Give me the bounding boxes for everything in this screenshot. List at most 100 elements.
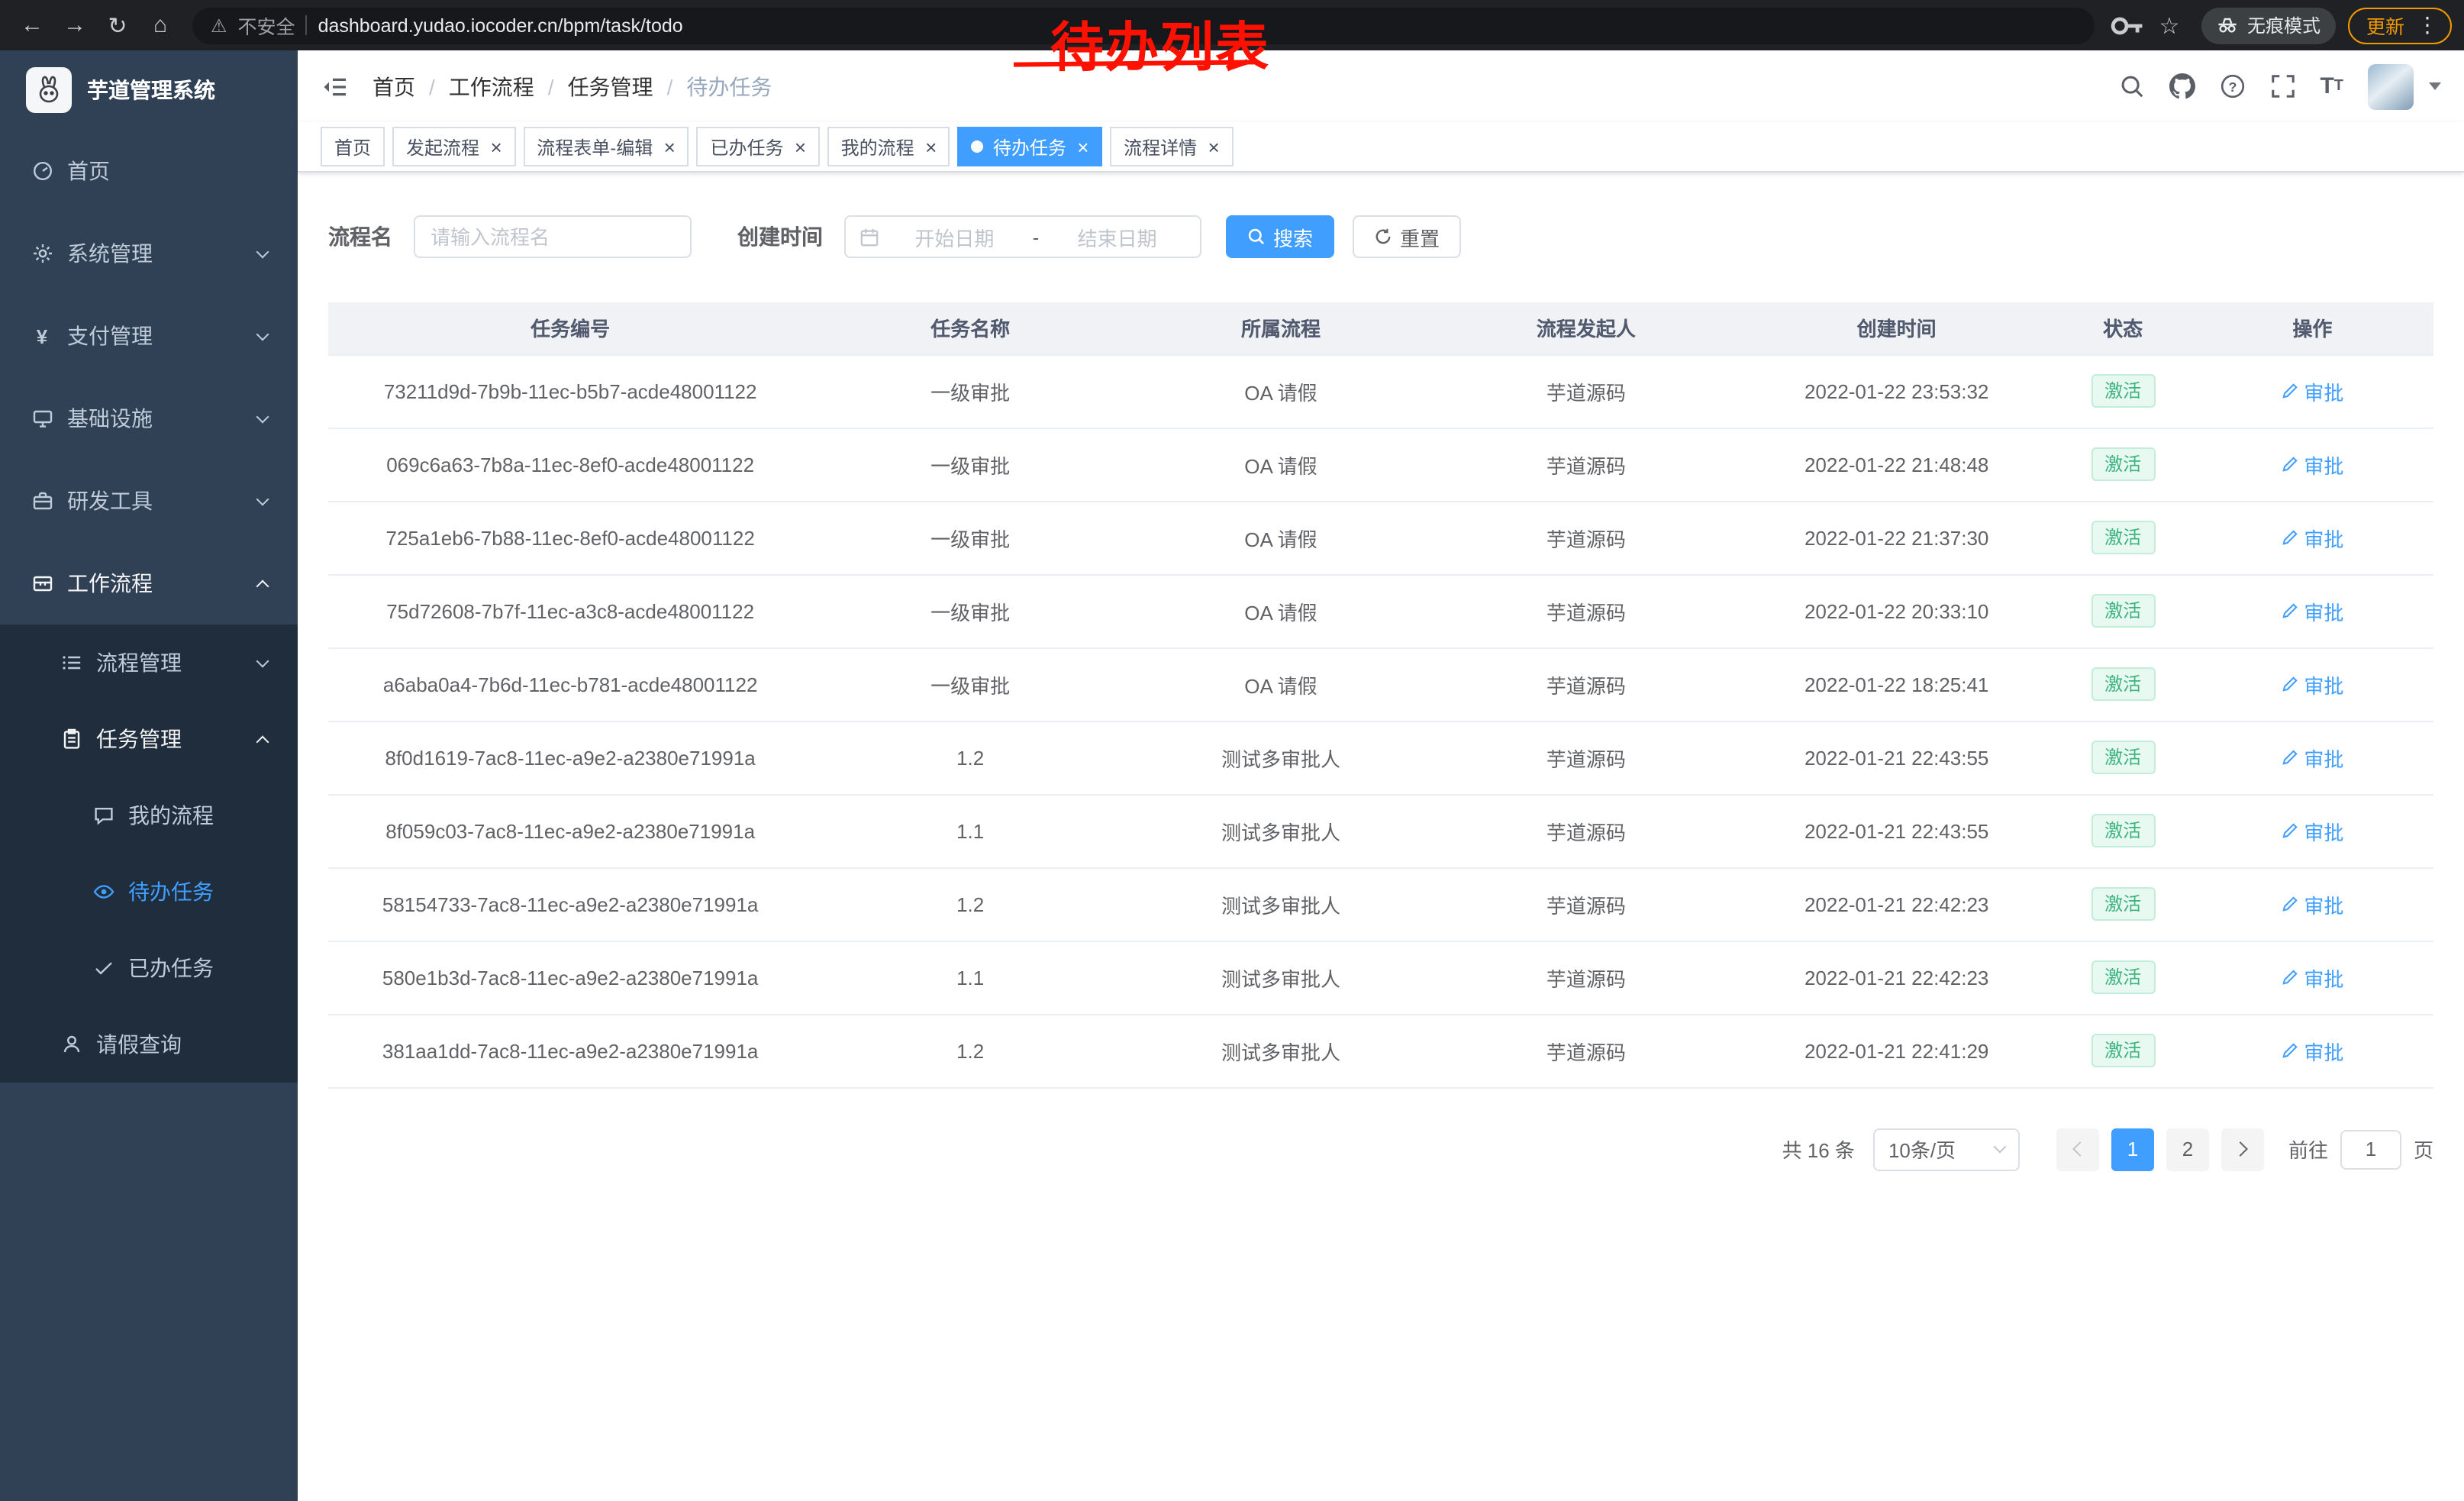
cell-action: 审批 bbox=[2191, 1014, 2433, 1087]
page-button-1[interactable]: 1 bbox=[2111, 1128, 2154, 1170]
github-icon[interactable] bbox=[2169, 73, 2195, 99]
home-icon[interactable]: ⌂ bbox=[140, 5, 180, 45]
key-icon[interactable] bbox=[2107, 5, 2146, 45]
tab-1[interactable]: 发起流程× bbox=[392, 127, 515, 166]
forward-icon[interactable]: → bbox=[55, 5, 95, 45]
app-title: 芋道管理系统 bbox=[87, 75, 215, 105]
edit-pen-icon bbox=[2281, 822, 2299, 840]
page-size-value: 10条/页 bbox=[1888, 1135, 1956, 1164]
reset-button[interactable]: 重置 bbox=[1353, 215, 1461, 258]
tab-close-icon[interactable]: × bbox=[1077, 137, 1088, 157]
cell-initiator: 芋道源码 bbox=[1434, 1014, 1739, 1087]
sidebar-item-todo-task[interactable]: 待办任务 bbox=[0, 854, 298, 930]
cell-process: OA 请假 bbox=[1128, 501, 1434, 574]
prev-page-button[interactable] bbox=[2056, 1128, 2099, 1170]
check-icon bbox=[92, 957, 114, 980]
tab-close-icon[interactable]: × bbox=[490, 137, 502, 157]
approve-link[interactable]: 审批 bbox=[2281, 743, 2343, 772]
reset-button-label: 重置 bbox=[1400, 222, 1440, 251]
menu-kebab-icon[interactable]: ⋮ bbox=[2412, 12, 2443, 38]
next-page-button[interactable] bbox=[2221, 1128, 2264, 1170]
approve-link[interactable]: 审批 bbox=[2281, 816, 2343, 845]
font-size-icon[interactable]: TT bbox=[2320, 73, 2343, 99]
sidebar-item-payment[interactable]: ¥支付管理 bbox=[0, 295, 298, 377]
cell-action: 审批 bbox=[2191, 354, 2433, 428]
tab-4[interactable]: 我的流程× bbox=[827, 127, 950, 166]
sidebar-item-label: 请假查询 bbox=[96, 1029, 182, 1060]
refresh-icon[interactable]: ↻ bbox=[98, 5, 137, 45]
cell-create-time: 2022-01-21 22:43:55 bbox=[1739, 721, 2055, 794]
table-row: 381aa1dd-7ac8-11ec-a9e2-a2380e71991a1.2测… bbox=[328, 1014, 2433, 1087]
sidebar-item-infra[interactable]: 基础设施 bbox=[0, 377, 298, 460]
tab-close-icon[interactable]: × bbox=[925, 137, 937, 157]
cell-task-id: 8f059c03-7ac8-11ec-a9e2-a2380e71991a bbox=[328, 794, 812, 867]
approve-link[interactable]: 审批 bbox=[2281, 523, 2343, 552]
breadcrumb-item[interactable]: 任务管理 bbox=[568, 71, 653, 102]
chevron-up-icon bbox=[256, 735, 269, 748]
chevron-left-icon bbox=[2072, 1141, 2088, 1157]
sidebar-item-workflow[interactable]: 工作流程 bbox=[0, 542, 298, 625]
cell-task-id: a6aba0a4-7b6d-11ec-b781-acde48001122 bbox=[328, 647, 812, 721]
avatar[interactable] bbox=[2368, 63, 2414, 109]
eye-icon bbox=[92, 880, 114, 903]
tab-close-icon[interactable]: × bbox=[663, 137, 675, 157]
breadcrumb-item[interactable]: 工作流程 bbox=[449, 71, 534, 102]
cell-task-id: 58154733-7ac8-11ec-a9e2-a2380e71991a bbox=[328, 867, 812, 941]
breadcrumb-item[interactable]: 首页 bbox=[373, 71, 415, 102]
tab-5[interactable]: 待办任务× bbox=[958, 127, 1102, 166]
tab-close-icon[interactable]: × bbox=[1208, 137, 1219, 157]
update-button[interactable]: 更新 ⋮ bbox=[2348, 7, 2452, 44]
cell-process: OA 请假 bbox=[1128, 574, 1434, 647]
cell-initiator: 芋道源码 bbox=[1434, 647, 1739, 721]
table-row: 069c6a63-7b8a-11ec-8ef0-acde48001122一级审批… bbox=[328, 428, 2433, 501]
approve-link[interactable]: 审批 bbox=[2281, 1036, 2343, 1065]
sidebar-item-done-task[interactable]: 已办任务 bbox=[0, 930, 298, 1006]
sidebar-item-system[interactable]: 系统管理 bbox=[0, 212, 298, 295]
avatar-caret-icon[interactable] bbox=[2429, 82, 2441, 90]
incognito-badge: 无痕模式 bbox=[2201, 7, 2336, 44]
approve-label: 审批 bbox=[2304, 376, 2343, 405]
tab-6[interactable]: 流程详情× bbox=[1110, 127, 1233, 166]
date-range-picker[interactable]: 开始日期 - 结束日期 bbox=[844, 215, 1201, 258]
cell-process: 测试多审批人 bbox=[1128, 794, 1434, 867]
cell-task-name: 1.2 bbox=[812, 1014, 1128, 1087]
tab-3[interactable]: 已办任务× bbox=[696, 127, 819, 166]
sidebar-item-task-mgmt[interactable]: 任务管理 bbox=[0, 701, 298, 777]
approve-link[interactable]: 审批 bbox=[2281, 889, 2343, 918]
back-icon[interactable]: ← bbox=[12, 5, 52, 45]
approve-link[interactable]: 审批 bbox=[2281, 450, 2343, 479]
search-button[interactable]: 搜索 bbox=[1226, 215, 1334, 258]
approve-link[interactable]: 审批 bbox=[2281, 596, 2343, 625]
cell-process: 测试多审批人 bbox=[1128, 941, 1434, 1014]
tab-0[interactable]: 首页 bbox=[321, 127, 385, 166]
tab-close-icon[interactable]: × bbox=[794, 137, 805, 157]
sidebar-item-devtools[interactable]: 研发工具 bbox=[0, 460, 298, 542]
cell-task-id: 75d72608-7b7f-11ec-a3c8-acde48001122 bbox=[328, 574, 812, 647]
cell-initiator: 芋道源码 bbox=[1434, 721, 1739, 794]
bookmark-star-icon[interactable]: ☆ bbox=[2150, 5, 2189, 45]
page-button-2[interactable]: 2 bbox=[2166, 1128, 2209, 1170]
search-icon[interactable] bbox=[2118, 73, 2144, 99]
sidebar-item-label: 支付管理 bbox=[67, 321, 153, 351]
cell-task-id: 069c6a63-7b8a-11ec-8ef0-acde48001122 bbox=[328, 428, 812, 501]
fullscreen-icon[interactable] bbox=[2269, 73, 2295, 99]
app-logo[interactable]: 芋道管理系统 bbox=[0, 50, 298, 130]
monitor-icon bbox=[31, 407, 53, 430]
process-name-input[interactable] bbox=[414, 215, 692, 258]
sidebar-item-leave-query[interactable]: 请假查询 bbox=[0, 1006, 298, 1083]
approve-link[interactable]: 审批 bbox=[2281, 963, 2343, 992]
approve-link[interactable]: 审批 bbox=[2281, 670, 2343, 699]
sidebar-toggle-icon[interactable] bbox=[321, 73, 348, 100]
approve-link[interactable]: 审批 bbox=[2281, 376, 2343, 405]
help-icon[interactable]: ? bbox=[2219, 73, 2245, 99]
sidebar-item-home[interactable]: 首页 bbox=[0, 130, 298, 212]
tab-2[interactable]: 流程表单-编辑× bbox=[523, 127, 689, 166]
tab-label: 首页 bbox=[334, 134, 371, 160]
page-size-select[interactable]: 10条/页 bbox=[1873, 1128, 2020, 1170]
table-row: 8f059c03-7ac8-11ec-a9e2-a2380e71991a1.1测… bbox=[328, 794, 2433, 867]
sidebar-item-my-process[interactable]: 我的流程 bbox=[0, 777, 298, 854]
sidebar-item-process-mgmt[interactable]: 流程管理 bbox=[0, 625, 298, 701]
goto-page-input[interactable] bbox=[2340, 1129, 2401, 1169]
cell-status: 激活 bbox=[2055, 354, 2191, 428]
breadcrumb-item: 待办任务 bbox=[686, 71, 772, 102]
